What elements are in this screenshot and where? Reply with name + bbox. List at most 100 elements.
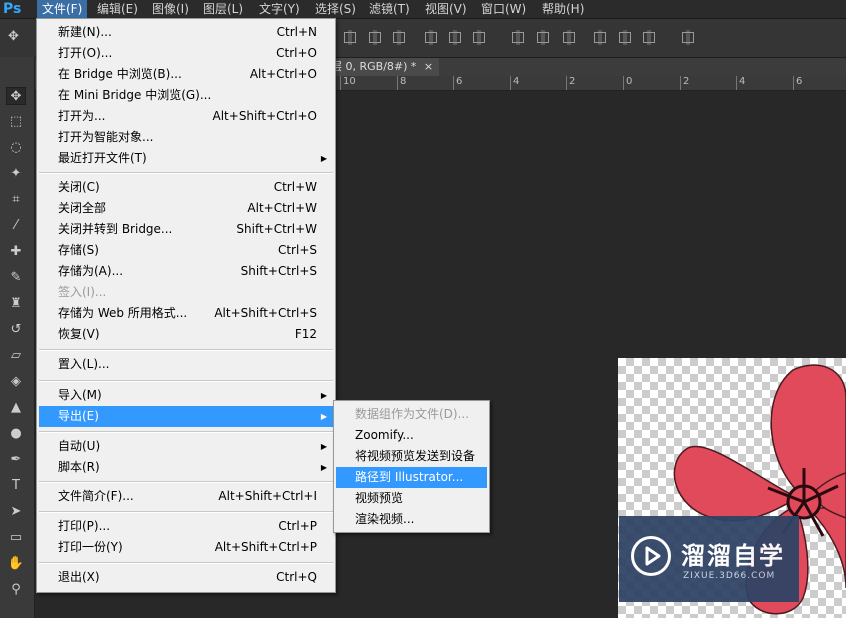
align-distribute-icon[interactable]: [512, 30, 524, 45]
close-tab-icon[interactable]: ×: [424, 60, 433, 73]
hand-icon[interactable]: ✋: [6, 555, 26, 573]
file-menu-item[interactable]: 新建(N)... Ctrl+N: [39, 22, 333, 43]
menubar-item[interactable]: 图层(L): [198, 0, 248, 18]
file-menu-item[interactable]: 最近打开文件(T) ▶: [39, 148, 333, 169]
menu-item-shortcut: Alt+Shift+Ctrl+P: [214, 540, 317, 554]
submenu-arrow-icon: ▶: [320, 463, 327, 472]
menu-item-shortcut: Ctrl+P: [278, 519, 317, 533]
file-menu-item[interactable]: 退出(X) Ctrl+Q: [39, 567, 333, 588]
path-select-icon[interactable]: ➤: [6, 503, 26, 521]
menu-item-shortcut: Alt+Ctrl+W: [247, 201, 317, 215]
menu-item-shortcut: Alt+Ctrl+O: [249, 67, 317, 81]
file-menu-item[interactable]: 恢复(V) F12: [39, 324, 333, 345]
file-menu-item[interactable]: 在 Bridge 中浏览(B)... Alt+Ctrl+O: [39, 64, 333, 85]
file-menu-item[interactable]: 关闭(C) Ctrl+W: [39, 177, 333, 198]
paint-bucket-icon[interactable]: ◈: [6, 373, 26, 391]
file-menu-item[interactable]: 打印一份(Y) Alt+Shift+Ctrl+P: [39, 537, 333, 558]
menu-item-label: 打印一份(Y): [58, 540, 123, 554]
ruler-tick: [397, 76, 398, 90]
menu-item-label: 路径到 Illustrator...: [355, 470, 464, 484]
menubar-item[interactable]: 文件(F): [37, 0, 88, 18]
menubar-item[interactable]: 视图(V): [420, 0, 472, 18]
file-menu-item[interactable]: 在 Mini Bridge 中浏览(G)...: [39, 85, 333, 106]
align-distribute-icon[interactable]: [425, 30, 437, 45]
menu-item-label: 打开为...: [58, 109, 106, 123]
magic-wand-icon[interactable]: ✦: [6, 165, 26, 183]
menu-item-label: 数据组作为文件(D)...: [355, 407, 470, 421]
align-distribute-icon[interactable]: [344, 30, 356, 45]
align-distribute-icon[interactable]: [369, 30, 381, 45]
file-menu-item[interactable]: 导入(M) ▶: [39, 385, 333, 406]
blur-icon[interactable]: ▲: [6, 399, 26, 417]
file-menu-item[interactable]: 存储为 Web 所用格式... Alt+Shift+Ctrl+S: [39, 303, 333, 324]
zoom-icon[interactable]: ⚲: [6, 581, 26, 599]
brush-icon[interactable]: ✎: [6, 269, 26, 287]
ruler-tick: [453, 76, 454, 90]
menubar-item[interactable]: 帮助(H): [537, 0, 589, 18]
file-menu-item[interactable]: 文件简介(F)... Alt+Shift+Ctrl+I: [39, 486, 333, 507]
menubar-item[interactable]: 图像(I): [147, 0, 194, 18]
file-menu-item[interactable]: 打开为智能对象...: [39, 127, 333, 148]
menubar-item[interactable]: 选择(S): [310, 0, 361, 18]
file-menu-item[interactable]: 脚本(R) ▶: [39, 457, 333, 478]
menu-item-shortcut: Ctrl+O: [276, 46, 317, 60]
file-menu-item[interactable]: 导出(E) ▶: [39, 406, 333, 427]
clone-stamp-icon[interactable]: ♜: [6, 295, 26, 313]
file-menu-item[interactable]: 关闭全部 Alt+Ctrl+W: [39, 198, 333, 219]
healing-brush-icon[interactable]: ✚: [6, 243, 26, 261]
submenu-arrow-icon: ▶: [320, 442, 327, 451]
align-distribute-icon[interactable]: [682, 30, 694, 45]
align-distribute-icon[interactable]: [619, 30, 631, 45]
menu-separator: [39, 562, 333, 564]
ruler-tick: [510, 76, 511, 90]
align-distribute-icon[interactable]: [449, 30, 461, 45]
align-distribute-icon[interactable]: [473, 30, 485, 45]
move-tool-icon[interactable]: ✥: [8, 29, 24, 45]
rectangle-icon[interactable]: ▭: [6, 529, 26, 547]
document-tab[interactable]: 层 0, RGB/8#) * ×: [325, 58, 440, 76]
menubar-item[interactable]: 窗口(W): [476, 0, 531, 18]
menu-item-label: 脚本(R): [58, 460, 100, 474]
export-menu-item[interactable]: 视频预览: [336, 488, 487, 509]
file-menu-item[interactable]: 存储(S) Ctrl+S: [39, 240, 333, 261]
menu-item-label: 置入(L)...: [58, 357, 110, 371]
menu-item-label: 打印(P)...: [58, 519, 111, 533]
export-menu-item[interactable]: Zoomify...: [336, 425, 487, 446]
file-menu-item[interactable]: 存储为(A)... Shift+Ctrl+S: [39, 261, 333, 282]
marquee-icon[interactable]: ⬚: [6, 113, 26, 131]
menu-item-label: 在 Bridge 中浏览(B)...: [58, 67, 182, 81]
move-icon[interactable]: ✥: [6, 87, 26, 105]
file-menu-item[interactable]: 打开为... Alt+Shift+Ctrl+O: [39, 106, 333, 127]
menubar-item[interactable]: 编辑(E): [92, 0, 143, 18]
align-distribute-icon[interactable]: [393, 30, 405, 45]
pen-icon[interactable]: ✒: [6, 451, 26, 469]
menu-item-label: 最近打开文件(T): [58, 151, 147, 165]
file-menu-item[interactable]: 自动(U) ▶: [39, 436, 333, 457]
type-icon[interactable]: T: [6, 477, 26, 495]
align-distribute-icon[interactable]: [537, 30, 549, 45]
menubar-item[interactable]: 文字(Y): [254, 0, 305, 18]
export-menu-item[interactable]: 将视频预览发送到设备: [336, 446, 487, 467]
ruler-tick: [340, 76, 341, 90]
export-menu-item[interactable]: 路径到 Illustrator...: [336, 467, 487, 488]
menu-item-shortcut: Alt+Shift+Ctrl+S: [214, 306, 317, 320]
crop-icon[interactable]: ⌗: [6, 191, 26, 209]
file-menu-item[interactable]: 打印(P)... Ctrl+P: [39, 516, 333, 537]
menu-separator: [39, 380, 333, 382]
export-menu-item[interactable]: 渲染视频...: [336, 509, 487, 530]
eraser-icon[interactable]: ▱: [6, 347, 26, 365]
file-menu-item[interactable]: 打开(O)... Ctrl+O: [39, 43, 333, 64]
history-brush-icon[interactable]: ↺: [6, 321, 26, 339]
file-menu-item[interactable]: 置入(L)...: [39, 354, 333, 375]
align-distribute-icon[interactable]: [594, 30, 606, 45]
dodge-icon[interactable]: ●: [6, 425, 26, 443]
menu-item-shortcut: Alt+Shift+Ctrl+O: [212, 109, 317, 123]
menu-item-shortcut: Alt+Shift+Ctrl+I: [218, 489, 317, 503]
file-menu-item[interactable]: 关闭并转到 Bridge... Shift+Ctrl+W: [39, 219, 333, 240]
eyedropper-icon[interactable]: ⁄: [6, 217, 26, 235]
menu-item-label: 签入(I)...: [58, 285, 107, 299]
align-distribute-icon[interactable]: [563, 30, 575, 45]
lasso-icon[interactable]: ◌: [6, 139, 26, 157]
align-distribute-icon[interactable]: [643, 30, 655, 45]
menubar-item[interactable]: 滤镜(T): [364, 0, 415, 18]
